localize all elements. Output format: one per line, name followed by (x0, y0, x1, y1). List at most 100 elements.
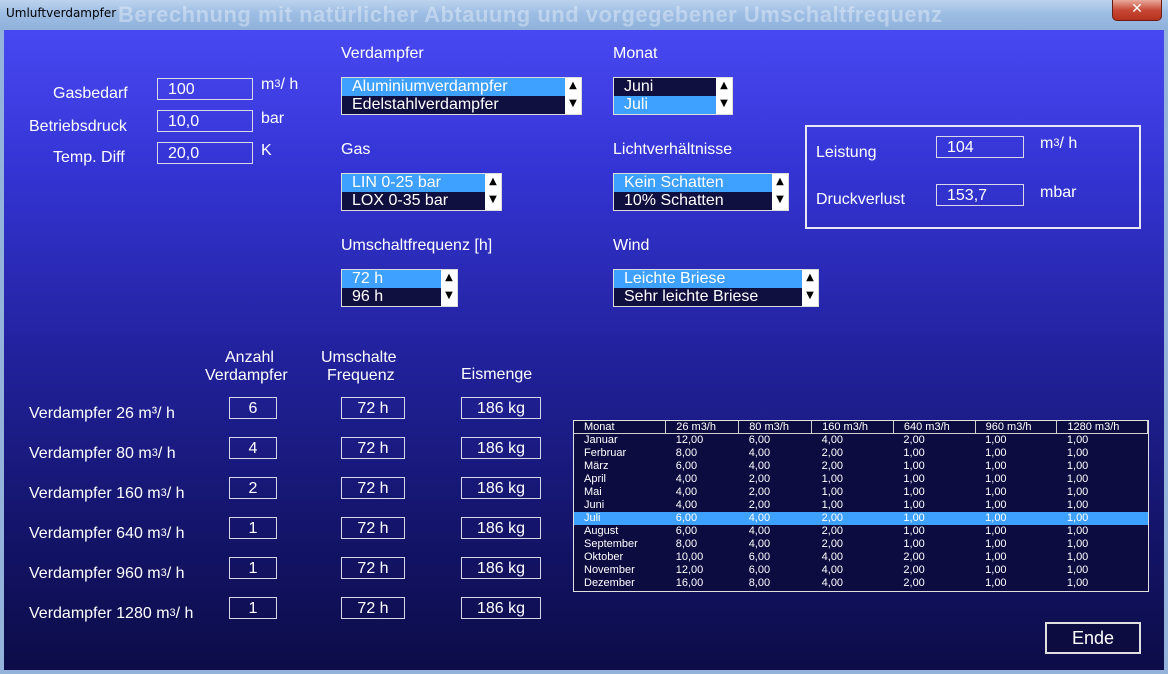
scroll-up-icon[interactable]: ▲ (802, 270, 818, 288)
monat-option[interactable]: Juni (614, 78, 716, 96)
anzahl-header: Anzahl (225, 349, 274, 366)
scroll-up-icon[interactable]: ▲ (772, 174, 788, 192)
monat-listbox[interactable]: Juni Juli ▲ ▼ (613, 77, 733, 115)
umschaltfrequenz-option[interactable]: 72 h (342, 270, 441, 288)
eismenge-output: 186 kg (461, 437, 541, 459)
table-cell: 1,00 (985, 564, 1007, 576)
table-header-cell[interactable]: 160 m3/h (811, 421, 894, 434)
table-cell: 6,00 (748, 434, 771, 446)
umschaltfrequenz-option[interactable]: 96 h (342, 288, 441, 306)
table-cell: 1,00 (903, 473, 925, 485)
scroll-up-icon[interactable]: ▲ (441, 270, 457, 288)
scrollbar[interactable]: ▲ ▼ (802, 270, 818, 306)
row-label: Verdampfer 1280 m3/ h (29, 605, 194, 622)
licht-option[interactable]: 10% Schatten (614, 192, 772, 210)
table-row[interactable]: April 4,00 2,00 1,00 1,00 1,00 1,00 (574, 473, 1148, 486)
table-header-cell[interactable]: Monat (574, 421, 667, 434)
table-cell: 1,00 (1066, 538, 1089, 550)
table-cell: August (584, 525, 619, 537)
scrollbar[interactable]: ▲ ▼ (485, 174, 501, 210)
lichtverhaeltnisse-listbox[interactable]: Kein Schatten 10% Schatten ▲ ▼ (613, 173, 789, 211)
table-header-cell[interactable]: 80 m3/h (738, 421, 813, 434)
table-row[interactable]: Ferbruar 8,00 4,00 2,00 1,00 1,00 1,00 (574, 447, 1148, 460)
table-row[interactable]: September 8,00 4,00 2,00 1,00 1,00 1,00 (574, 538, 1148, 551)
table-cell: 6,00 (748, 564, 771, 576)
table-cell: 6,00 (675, 460, 698, 472)
scrollbar[interactable]: ▲ ▼ (772, 174, 788, 210)
table-cell: 1,00 (985, 551, 1007, 563)
table-row[interactable]: März 6,00 4,00 2,00 1,00 1,00 1,00 (574, 460, 1148, 473)
table-cell: 1,00 (903, 447, 925, 459)
table-row[interactable]: Januar 12,00 6,00 4,00 2,00 1,00 1,00 (574, 434, 1148, 448)
gasbedarf-input[interactable]: 100 (157, 78, 253, 100)
row-label: Verdampfer 640 m3/ h (29, 525, 185, 542)
table-cell: Juli (574, 512, 666, 525)
frequenz-header: Frequenz (327, 367, 395, 384)
table-cell: 2,00 (821, 525, 844, 537)
table-cell: 1,00 (903, 460, 925, 472)
temp-diff-input[interactable]: 20,0 (157, 142, 253, 164)
betriebsdruck-input[interactable]: 10,0 (157, 110, 253, 132)
ende-button[interactable]: Ende (1045, 622, 1141, 654)
scroll-up-icon[interactable]: ▲ (716, 78, 732, 96)
wind-label: Wind (613, 237, 650, 254)
month-table[interactable]: Monat 26 m3/h 80 m3/h 160 m3/h 640 m3/h 960 m… (573, 420, 1149, 592)
table-cell: 1,00 (985, 447, 1007, 459)
table-row[interactable]: Juli 6,00 4,00 2,00 1,00 1,00 1,00 (574, 512, 1148, 525)
verdampfer-listbox[interactable]: Aluminiumverdampfer Edelstahlverdampfer … (341, 77, 582, 115)
table-cell: 4,00 (675, 499, 698, 511)
scroll-down-icon[interactable]: ▼ (485, 192, 501, 210)
table-cell: 1,00 (985, 499, 1007, 511)
table-cell: Januar (584, 434, 618, 446)
scrollbar[interactable]: ▲ ▼ (565, 78, 581, 114)
scroll-down-icon[interactable]: ▼ (802, 288, 818, 306)
table-row[interactable]: Juni 4,00 2,00 1,00 1,00 1,00 1,00 (574, 499, 1148, 512)
table-cell: 1,00 (903, 538, 925, 550)
gas-option[interactable]: LIN 0-25 bar (342, 174, 485, 192)
verdampfer-option[interactable]: Edelstahlverdampfer (342, 96, 565, 114)
table-cell: 2,00 (748, 473, 771, 485)
table-cell: 4,00 (748, 447, 771, 459)
close-button[interactable]: ✕ (1112, 0, 1162, 21)
table-cell: 8,00 (748, 577, 771, 589)
table-header-cell[interactable]: 640 m3/h (893, 421, 976, 434)
monat-option[interactable]: Juli (614, 96, 716, 114)
scroll-down-icon[interactable]: ▼ (772, 192, 788, 210)
table-cell: 1,00 (903, 525, 925, 537)
table-row[interactable]: Oktober 10,00 6,00 4,00 2,00 1,00 1,00 (574, 551, 1148, 564)
table-cell: 1,00 (893, 512, 976, 525)
umschaltfrequenz-listbox[interactable]: 72 h 96 h ▲ ▼ (341, 269, 458, 307)
scroll-up-icon[interactable]: ▲ (565, 78, 581, 96)
table-row[interactable]: November 12,00 6,00 4,00 2,00 1,00 1,00 (574, 564, 1148, 577)
table-row[interactable]: Mai 4,00 2,00 1,00 1,00 1,00 1,00 (574, 486, 1148, 499)
gas-listbox[interactable]: LIN 0-25 bar LOX 0-35 bar ▲ ▼ (341, 173, 502, 211)
wind-option[interactable]: Leichte Briese (614, 270, 802, 288)
table-cell: 1,00 (985, 460, 1007, 472)
frequenz-output: 72 h (341, 597, 405, 619)
table-header-cell[interactable]: 1280 m3/h (1056, 421, 1148, 434)
scrollbar[interactable]: ▲ ▼ (441, 270, 457, 306)
scrollbar[interactable]: ▲ ▼ (716, 78, 732, 114)
eismenge-header: Eismenge (461, 366, 533, 383)
licht-option[interactable]: Kein Schatten (614, 174, 772, 192)
table-row[interactable]: August 6,00 4,00 2,00 1,00 1,00 1,00 (574, 525, 1148, 538)
table-cell: 4,00 (821, 564, 844, 576)
table-cell: 1,00 (1066, 525, 1089, 537)
table-cell: 4,00 (738, 512, 812, 525)
table-cell: 2,00 (903, 434, 925, 446)
table-body: Januar 12,00 6,00 4,00 2,00 1,00 1,00 Ferbruar 8… (574, 434, 1148, 591)
gas-option[interactable]: LOX 0-35 bar (342, 192, 485, 210)
table-row[interactable]: Dezember 16,00 8,00 4,00 2,00 1,00 1,00 (574, 577, 1148, 590)
scroll-down-icon[interactable]: ▼ (565, 96, 581, 114)
verdampfer-option[interactable]: Aluminiumverdampfer (342, 78, 565, 96)
scroll-down-icon[interactable]: ▼ (716, 96, 732, 114)
scroll-down-icon[interactable]: ▼ (441, 288, 457, 306)
frequenz-output: 72 h (341, 517, 405, 539)
table-header-cell[interactable]: 26 m3/h (665, 421, 740, 434)
verdampfer-header: Verdampfer (205, 367, 288, 384)
wind-option[interactable]: Sehr leichte Briese (614, 288, 802, 306)
wind-listbox[interactable]: Leichte Briese Sehr leichte Briese ▲ ▼ (613, 269, 819, 307)
result-group: Leistung 104 m3/ h Druckverlust 153,7 mb… (805, 125, 1141, 229)
scroll-up-icon[interactable]: ▲ (485, 174, 501, 192)
table-header-cell[interactable]: 960 m3/h (975, 421, 1058, 434)
